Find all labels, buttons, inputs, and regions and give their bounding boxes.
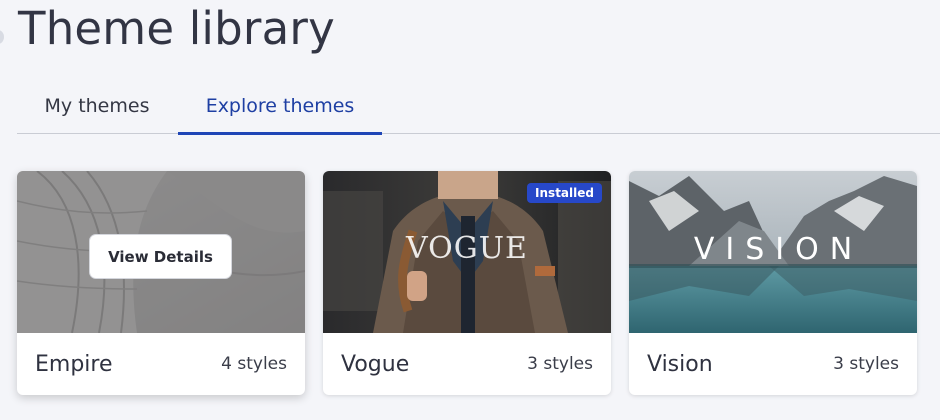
installed-badge: Installed [527, 183, 602, 203]
theme-library-page: Theme library My themes Explore themes V… [0, 0, 940, 420]
vision-brand-text: VISION [693, 232, 864, 267]
theme-name: Vision [647, 351, 713, 377]
page-header: Theme library [0, 0, 400, 60]
card-footer: Vision 3 styles [629, 333, 917, 395]
theme-name: Empire [35, 351, 113, 377]
tab-my-themes[interactable]: My themes [17, 78, 177, 134]
fashion-portrait-image: VOGUE Installed [323, 171, 611, 333]
card-footer: Empire 4 styles [17, 333, 305, 395]
view-details-button[interactable]: View Details [89, 234, 232, 279]
card-footer: Vogue 3 styles [323, 333, 611, 395]
theme-card-empire[interactable]: View Details Empire 4 styles [17, 171, 305, 395]
theme-card-vision[interactable]: VISION Vision 3 styles [629, 171, 917, 395]
mountain-lake-image: VISION [629, 171, 917, 333]
page-title: Theme library [18, 2, 335, 55]
architecture-image: View Details [17, 171, 305, 333]
theme-name: Vogue [341, 351, 410, 377]
decorative-bubble [0, 30, 4, 44]
theme-style-count: 4 styles [221, 354, 287, 374]
theme-style-count: 3 styles [833, 354, 899, 374]
tab-explore-themes[interactable]: Explore themes [178, 78, 382, 135]
vogue-brand-text: VOGUE [406, 231, 528, 266]
theme-tabs: My themes Explore themes [17, 78, 940, 135]
theme-card-vogue[interactable]: VOGUE Installed Vogue 3 styles [323, 171, 611, 395]
theme-style-count: 3 styles [527, 354, 593, 374]
